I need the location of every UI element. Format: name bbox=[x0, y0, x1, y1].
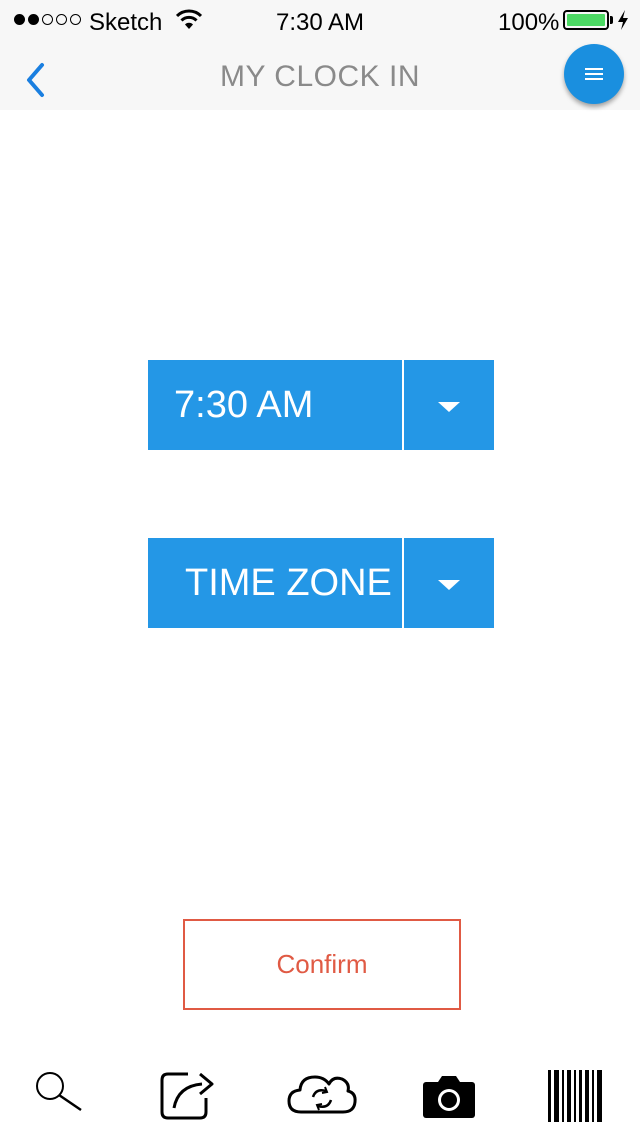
camera-icon[interactable] bbox=[420, 1060, 478, 1120]
barcode-icon[interactable] bbox=[546, 1060, 606, 1124]
timezone-dropdown-toggle[interactable] bbox=[404, 538, 494, 628]
battery-icon bbox=[563, 10, 609, 30]
battery-percentage: 100% bbox=[498, 9, 560, 36]
caret-down-icon bbox=[438, 580, 460, 590]
menu-icon bbox=[585, 68, 603, 83]
timezone-value[interactable]: TIME ZONE bbox=[148, 538, 402, 628]
charging-bolt-icon bbox=[618, 10, 628, 30]
caret-down-icon bbox=[438, 402, 460, 412]
confirm-button[interactable]: Confirm bbox=[183, 919, 461, 1010]
time-value[interactable]: 7:30 AM bbox=[148, 360, 402, 450]
time-dropdown[interactable]: 7:30 AM bbox=[148, 360, 494, 450]
share-icon[interactable] bbox=[158, 1060, 218, 1120]
time-dropdown-toggle[interactable] bbox=[404, 360, 494, 450]
timezone-dropdown[interactable]: TIME ZONE bbox=[148, 538, 494, 628]
cloud-sync-icon[interactable] bbox=[285, 1060, 359, 1120]
search-icon[interactable] bbox=[30, 1060, 86, 1120]
battery-tip bbox=[610, 16, 613, 24]
menu-button[interactable] bbox=[564, 44, 624, 104]
page-title: MY CLOCK IN bbox=[220, 60, 420, 93]
